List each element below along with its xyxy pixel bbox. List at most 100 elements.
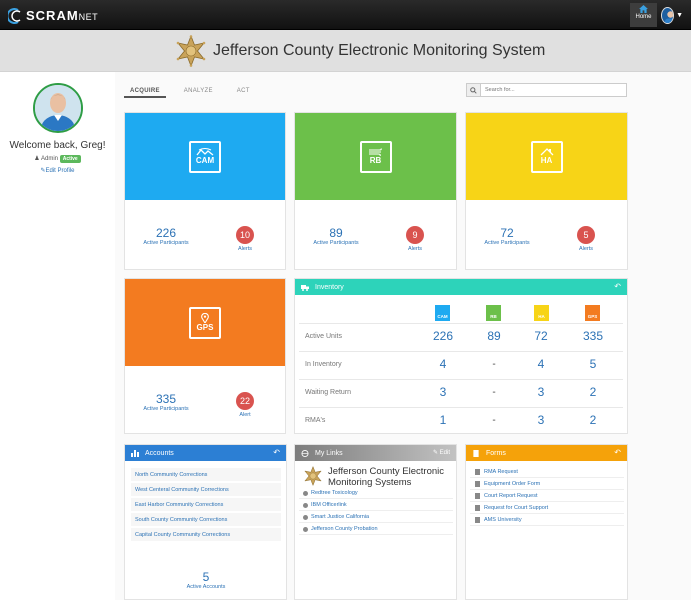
rb-icon: RB bbox=[359, 140, 392, 173]
edit-links-button[interactable]: ✎ Edit bbox=[433, 449, 450, 456]
home-label: Home bbox=[635, 14, 652, 20]
back-arrow-icon[interactable]: ↶ bbox=[273, 448, 280, 457]
document-icon bbox=[473, 449, 479, 457]
document-icon bbox=[475, 481, 480, 487]
inventory-title: Inventory bbox=[315, 283, 344, 291]
active-accounts-stat[interactable]: 5 Active Accounts bbox=[171, 570, 241, 591]
rb-value: - bbox=[492, 387, 496, 398]
search-input[interactable] bbox=[481, 84, 626, 96]
user-avatar-small bbox=[661, 6, 675, 24]
tile-ha-header: HA bbox=[466, 113, 627, 200]
table-row: In Inventory 4 - 4 5 bbox=[299, 351, 623, 379]
alerts-stat[interactable]: 10 Alerts bbox=[225, 226, 265, 252]
tile-rb[interactable]: RB 89 Active Participants 9 Alerts bbox=[294, 112, 457, 270]
table-row: Waiting Return 3 - 3 2 bbox=[299, 379, 623, 407]
tile-ha[interactable]: HA 72 Active Participants 5 Alerts bbox=[465, 112, 628, 270]
cam-icon: CAM bbox=[189, 140, 221, 173]
row-label: Active Units bbox=[305, 333, 342, 340]
link-item[interactable]: Redtree Toxicology bbox=[299, 488, 453, 499]
gps-value[interactable]: 335 bbox=[578, 329, 608, 343]
account-item[interactable]: Capital County Community Corrections bbox=[131, 528, 281, 542]
active-participants-stat[interactable]: 226 Active Participants bbox=[131, 226, 201, 247]
globe-icon bbox=[301, 449, 309, 457]
account-item[interactable]: South County Community Corrections bbox=[131, 513, 281, 527]
form-item[interactable]: RMA Request bbox=[470, 466, 624, 478]
welcome-message: Welcome back, Greg! bbox=[9, 140, 106, 151]
tile-gps[interactable]: GPS 335 Active Participants 22 Alert bbox=[124, 278, 286, 434]
globe-icon bbox=[303, 515, 308, 520]
ha-value[interactable]: 72 bbox=[526, 329, 556, 343]
user-menu-button[interactable]: ▼ bbox=[661, 6, 683, 24]
form-item[interactable]: Equipment Order Form bbox=[470, 478, 624, 490]
inventory-panel: Inventory ↶ CAM RB HA GPS Active Units 2… bbox=[294, 278, 628, 434]
row-label: Waiting Return bbox=[305, 389, 352, 396]
profile-sidebar: Welcome back, Greg! ♟ Admin Active ✎Edit… bbox=[0, 72, 115, 600]
avatar bbox=[33, 83, 83, 133]
edit-profile-link[interactable]: ✎Edit Profile bbox=[0, 167, 115, 174]
ha-icon: HA bbox=[534, 305, 549, 321]
alerts-stat[interactable]: 22 Alert bbox=[225, 392, 265, 418]
status-badge: Active bbox=[59, 155, 81, 163]
user-role: ♟ Admin Active bbox=[0, 155, 115, 163]
cam-value[interactable]: 3 bbox=[428, 385, 458, 399]
tab-act[interactable]: ACT bbox=[231, 86, 256, 98]
my-links-panel: My Links ✎ Edit Jefferson County Electro… bbox=[294, 444, 457, 600]
back-arrow-icon[interactable]: ↶ bbox=[614, 282, 621, 291]
user-icon: ♟ bbox=[34, 156, 40, 162]
active-participants-stat[interactable]: 335 Active Participants bbox=[131, 392, 201, 413]
ha-value[interactable]: 3 bbox=[526, 413, 556, 427]
cam-value[interactable]: 226 bbox=[428, 329, 458, 343]
account-item[interactable]: East Harbor Community Corrections bbox=[131, 498, 281, 512]
tab-analyze[interactable]: ANALYZE bbox=[178, 86, 219, 98]
link-item[interactable]: IBM Officerlink bbox=[299, 500, 453, 511]
active-participants-stat[interactable]: 89 Active Participants bbox=[301, 226, 371, 247]
link-item[interactable]: Smart Justice California bbox=[299, 512, 453, 523]
rb-value[interactable]: 89 bbox=[479, 329, 509, 343]
gps-value[interactable]: 2 bbox=[578, 385, 608, 399]
my-links-header: My Links ✎ Edit bbox=[295, 445, 456, 461]
alerts-stat[interactable]: 9 Alerts bbox=[395, 226, 435, 252]
tab-acquire[interactable]: ACQUIRE bbox=[124, 86, 166, 98]
page-header: Jefferson County Electronic Monitoring S… bbox=[0, 30, 691, 72]
globe-icon bbox=[303, 503, 308, 508]
table-row: Active Units 226 89 72 335 bbox=[299, 323, 623, 351]
form-item[interactable]: AMS University bbox=[470, 514, 624, 526]
truck-icon bbox=[301, 284, 309, 291]
globe-icon bbox=[303, 527, 308, 532]
cam-value[interactable]: 1 bbox=[428, 413, 458, 427]
tile-gps-header: GPS bbox=[125, 279, 285, 366]
scramnet-logo[interactable]: SCRAMNET bbox=[8, 7, 98, 24]
role-label: Admin bbox=[41, 156, 59, 162]
rb-value: - bbox=[492, 415, 496, 426]
ha-icon: HA bbox=[530, 140, 563, 173]
home-button[interactable]: Home bbox=[630, 3, 657, 27]
ha-value[interactable]: 4 bbox=[526, 357, 556, 371]
accounts-title: Accounts bbox=[145, 449, 174, 457]
link-item[interactable]: Jefferson County Probation bbox=[299, 524, 453, 535]
document-icon bbox=[475, 517, 480, 523]
cam-value[interactable]: 4 bbox=[428, 357, 458, 371]
gps-value[interactable]: 2 bbox=[578, 413, 608, 427]
top-navbar: SCRAMNET Home ▼ bbox=[0, 0, 691, 30]
alerts-stat[interactable]: 5 Alerts bbox=[566, 226, 606, 252]
search-box bbox=[466, 83, 627, 97]
accounts-panel: Accounts ↶ North Community Corrections W… bbox=[124, 444, 287, 600]
page-title: Jefferson County Electronic Monitoring S… bbox=[213, 42, 546, 59]
tile-rb-header: RB bbox=[295, 113, 456, 200]
tile-cam[interactable]: CAM 226 Active Participants 10 Alerts bbox=[124, 112, 286, 270]
account-item[interactable]: North Community Corrections bbox=[131, 468, 281, 482]
form-item[interactable]: Court Report Request bbox=[470, 490, 624, 502]
gps-value[interactable]: 5 bbox=[578, 357, 608, 371]
table-row: RMA's 1 - 3 2 bbox=[299, 407, 623, 435]
globe-icon bbox=[303, 491, 308, 496]
back-arrow-icon[interactable]: ↶ bbox=[614, 448, 621, 457]
active-participants-stat[interactable]: 72 Active Participants bbox=[472, 226, 542, 247]
document-icon bbox=[475, 505, 480, 511]
search-icon[interactable] bbox=[467, 84, 481, 96]
gps-icon: GPS bbox=[189, 306, 221, 339]
account-item[interactable]: West Centeral Community Corrections bbox=[131, 483, 281, 497]
ha-value[interactable]: 3 bbox=[526, 385, 556, 399]
sheriff-star-icon bbox=[176, 35, 206, 67]
form-item[interactable]: Request for Court Support bbox=[470, 502, 624, 514]
document-icon bbox=[475, 469, 480, 475]
